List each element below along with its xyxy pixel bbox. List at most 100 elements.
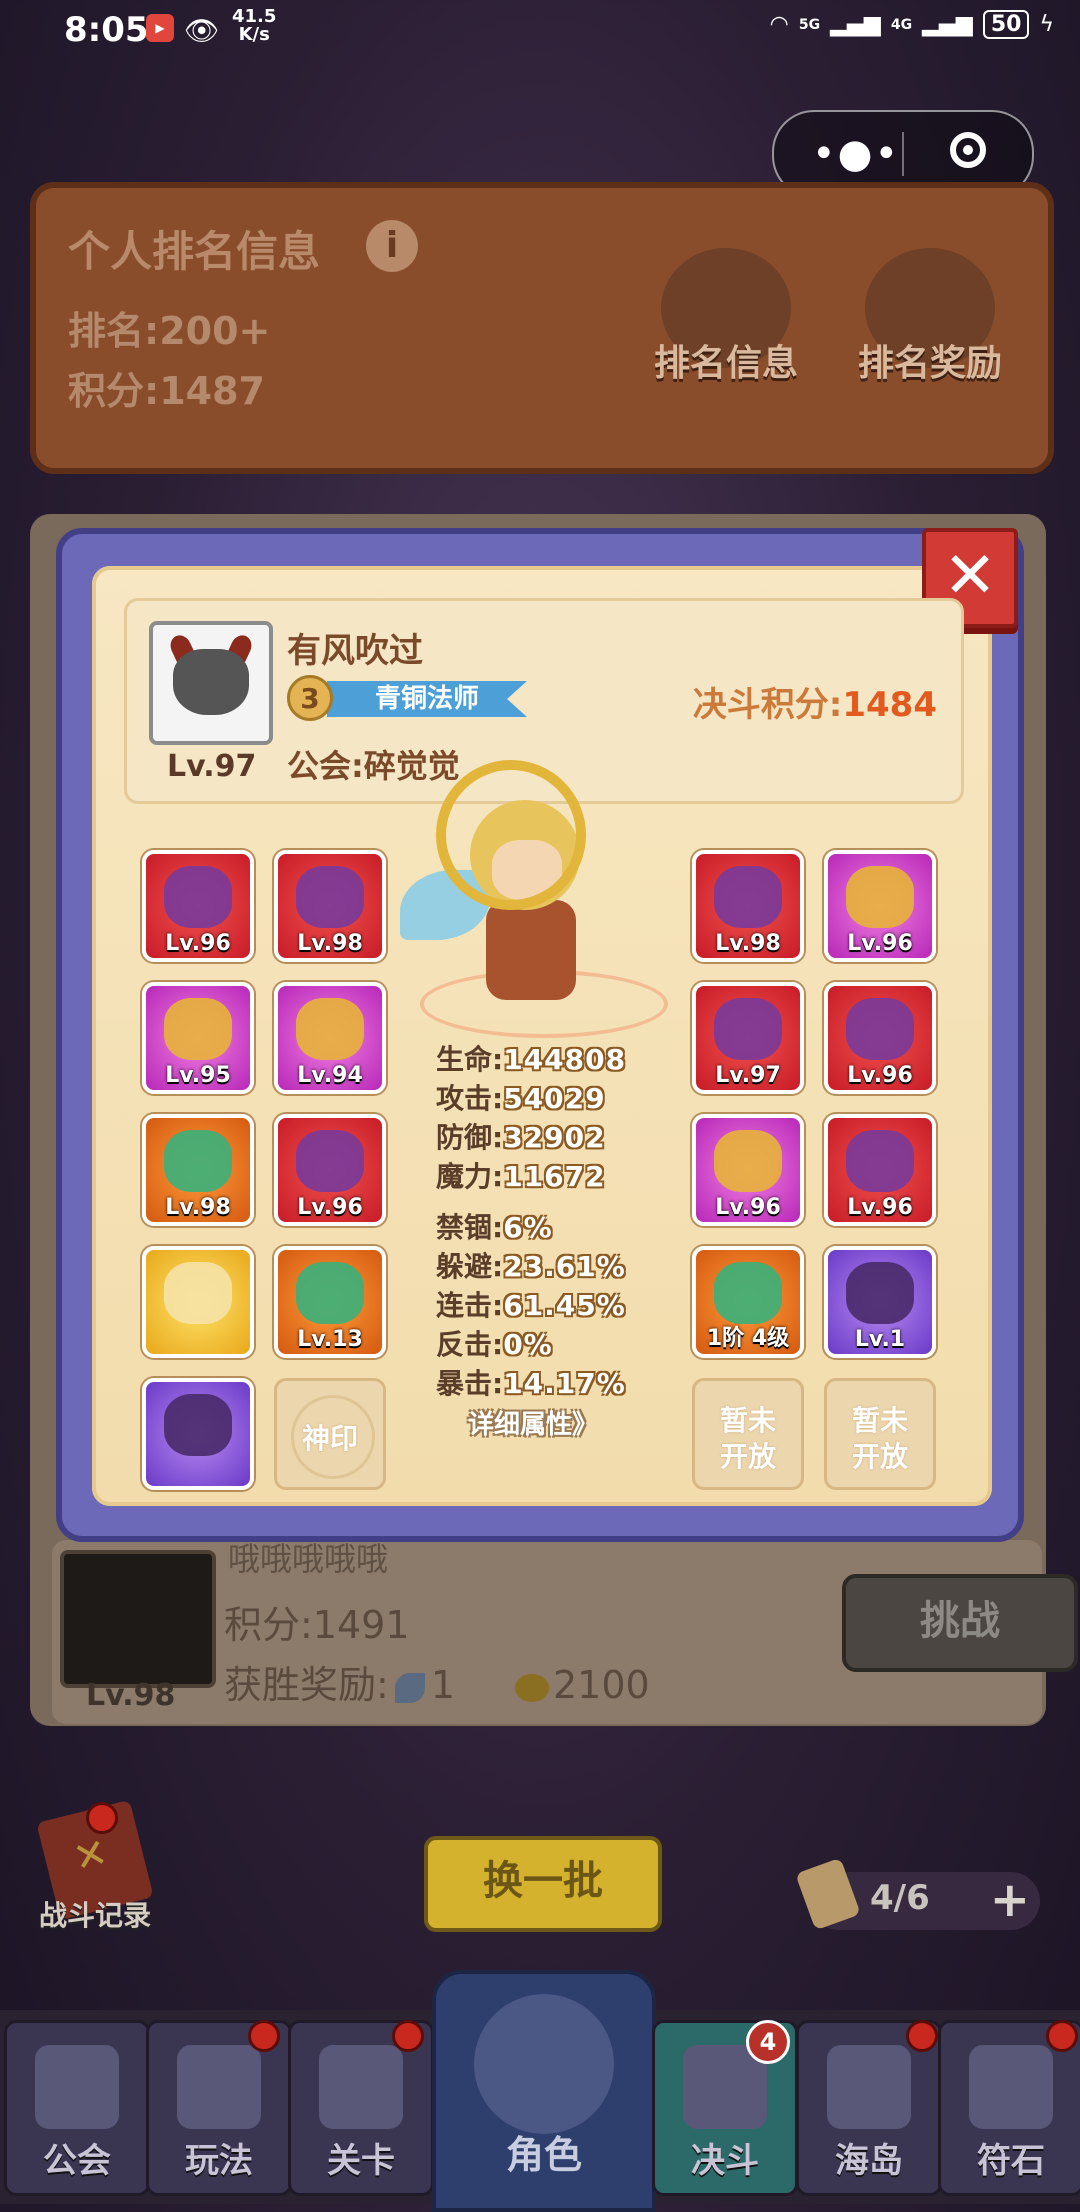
detail-attributes-link[interactable]: 详细属性》 <box>468 1404 598 1441</box>
network-speed-unit: K/s <box>238 24 270 45</box>
stat-value: 6% <box>503 1211 553 1244</box>
equipment-slot[interactable]: Lv.96 <box>142 850 254 962</box>
equipment-slot[interactable] <box>142 1246 254 1358</box>
equipment-level: Lv.95 <box>165 1063 231 1088</box>
nav-guild[interactable]: 公会 <box>4 2020 150 2196</box>
player-rank-badge: 青铜法师 3 <box>287 675 527 723</box>
equipment-icon <box>296 998 364 1060</box>
equipment-level: Lv.1 <box>854 1327 906 1352</box>
rank-reward-button[interactable]: 排名奖励 <box>850 248 1010 386</box>
eye-icon: 👁 <box>184 14 220 47</box>
equipment-icon <box>846 866 914 928</box>
equipment-icon <box>714 1262 782 1324</box>
hero-body <box>486 900 576 1000</box>
locked-text-top: 暂未 <box>719 1404 776 1437</box>
nav-duel-label: 决斗 <box>691 2141 759 2181</box>
status-time: 8:05 <box>64 10 149 50</box>
equipment-icon <box>714 1130 782 1192</box>
ranking-info-panel: 个人排名信息 i 排名:200+ 积分:1487 排名信息 排名奖励 <box>30 182 1054 474</box>
hero-stats: 生命:144808 攻击:54029 防御:32902 魔力:11672 禁锢:… <box>436 1038 676 1401</box>
rank-info-button[interactable]: 排名信息 <box>646 248 806 386</box>
equipment-slot[interactable]: Lv.95 <box>142 982 254 1094</box>
locked-slot[interactable]: 暂未 开放 <box>824 1378 936 1490</box>
equipment-icon <box>164 1130 232 1192</box>
equipment-slot[interactable]: Lv.96 <box>824 1114 936 1226</box>
battle-log-notification-dot <box>86 1802 118 1834</box>
status-indicators: ◠ 5G ▂▄▆ 4G ▂▄▆ 50 ϟ <box>770 10 1054 39</box>
equipment-icon <box>296 1262 364 1324</box>
duel-score-label: 决斗积分: <box>692 685 843 725</box>
refresh-opponents-button[interactable]: 换一批 <box>424 1836 662 1932</box>
golden-halo-icon <box>436 760 586 910</box>
equipment-level: Lv.96 <box>297 1195 363 1220</box>
player-name: 有风吹过 <box>287 631 423 671</box>
locked-slot[interactable]: 暂未 开放 <box>692 1378 804 1490</box>
rank-number: 3 <box>287 675 333 721</box>
equipment-level: Lv.97 <box>715 1063 781 1088</box>
equipment-slot[interactable]: Lv.98 <box>692 850 804 962</box>
nav-runestone-label: 符石 <box>977 2141 1045 2181</box>
slot-label: 神印 <box>301 1422 358 1455</box>
stat-counter: 反击:0% <box>436 1323 676 1362</box>
signal-bars-icon-2: ▂▄▆ <box>922 12 973 37</box>
equipment-slot[interactable]: Lv.94 <box>274 982 386 1094</box>
signal-bars-icon: ▂▄▆ <box>830 12 881 37</box>
stat-value: 54029 <box>503 1082 606 1115</box>
duel-score: 决斗积分:1484 <box>693 677 937 726</box>
status-bar: 8:05 ▶ 👁 41.5 K/s ◠ 5G ▂▄▆ 4G ▂▄▆ 50 ϟ <box>0 0 1080 62</box>
nav-guild-label: 公会 <box>43 2141 111 2181</box>
stat-dodge: 躲避:23.61% <box>436 1245 676 1284</box>
stage-map-icon <box>319 2045 403 2129</box>
equipment-slot[interactable]: Lv.98 <box>274 850 386 962</box>
add-ticket-button[interactable]: + <box>990 1872 1030 1928</box>
network-speed: 41.5 K/s <box>232 8 276 44</box>
locked-text-bottom: 开放 <box>851 1440 908 1473</box>
stat-crit: 暴击:14.17% <box>436 1362 676 1401</box>
stat-value: 144808 <box>503 1043 627 1076</box>
guild-icon <box>35 2045 119 2129</box>
challenge-button[interactable]: 挑战 <box>842 1574 1078 1672</box>
gameplay-notification-dot <box>248 2020 280 2052</box>
stat-value: 61.45% <box>503 1289 626 1322</box>
opponent-avatar <box>60 1550 216 1688</box>
equipment-level: Lv.98 <box>715 931 781 956</box>
stat-label: 生命: <box>436 1043 504 1076</box>
stat-value: 23.61% <box>503 1250 626 1283</box>
divine-seal-slot[interactable]: 神印 <box>274 1378 386 1490</box>
challenge-ticket-counter: 4/6 + <box>795 1857 1040 1931</box>
equipment-slot[interactable]: Lv.98 <box>142 1114 254 1226</box>
reward-gold-count: 2100 <box>553 1663 650 1707</box>
nav-character[interactable]: 角色 <box>432 1970 656 2212</box>
equipment-slot[interactable]: Lv.1 <box>824 1246 936 1358</box>
close-miniprogram-icon[interactable] <box>950 132 986 168</box>
equipment-level: Lv.98 <box>297 931 363 956</box>
more-menu-icon[interactable]: •●• <box>812 134 900 174</box>
stat-label: 防御: <box>436 1121 504 1154</box>
ranking-panel-title: 个人排名信息 <box>68 227 321 276</box>
stat-label: 魔力: <box>436 1160 504 1193</box>
stat-value: 11672 <box>503 1160 606 1193</box>
charging-icon: ϟ <box>1039 12 1054 37</box>
slot-locked-label: 暂未 开放 <box>827 1403 933 1475</box>
equipment-slot[interactable]: Lv.97 <box>692 982 804 1094</box>
stat-value: 0% <box>503 1328 553 1361</box>
app-notification-icon: ▶ <box>146 14 174 42</box>
capsule-divider <box>902 132 904 176</box>
equipment-slot[interactable]: Lv.96 <box>824 850 936 962</box>
equipment-slot[interactable]: Lv.96 <box>824 982 936 1094</box>
equipment-slot[interactable]: Lv.96 <box>692 1114 804 1226</box>
equipment-level: Lv.96 <box>715 1195 781 1220</box>
equipment-slot[interactable]: 1阶 4级 <box>692 1246 804 1358</box>
opponent-card: Lv.98 哦哦哦哦哦 积分:1491 获胜奖励: 1 2100 挑战 <box>52 1540 1078 1724</box>
equipment-slot[interactable]: Lv.96 <box>274 1114 386 1226</box>
stat-label: 躲避: <box>436 1250 504 1283</box>
equipment-icon <box>164 998 232 1060</box>
equipment-slot[interactable] <box>142 1378 254 1490</box>
island-notification-dot <box>906 2020 938 2052</box>
score-value: 积分:1487 <box>68 369 265 413</box>
duel-score-value: 1484 <box>842 685 937 725</box>
equipment-slot[interactable]: Lv.13 <box>274 1246 386 1358</box>
info-icon[interactable]: i <box>366 220 418 272</box>
stat-imprison: 禁锢:6% <box>436 1206 676 1245</box>
locked-text-bottom: 开放 <box>719 1440 776 1473</box>
